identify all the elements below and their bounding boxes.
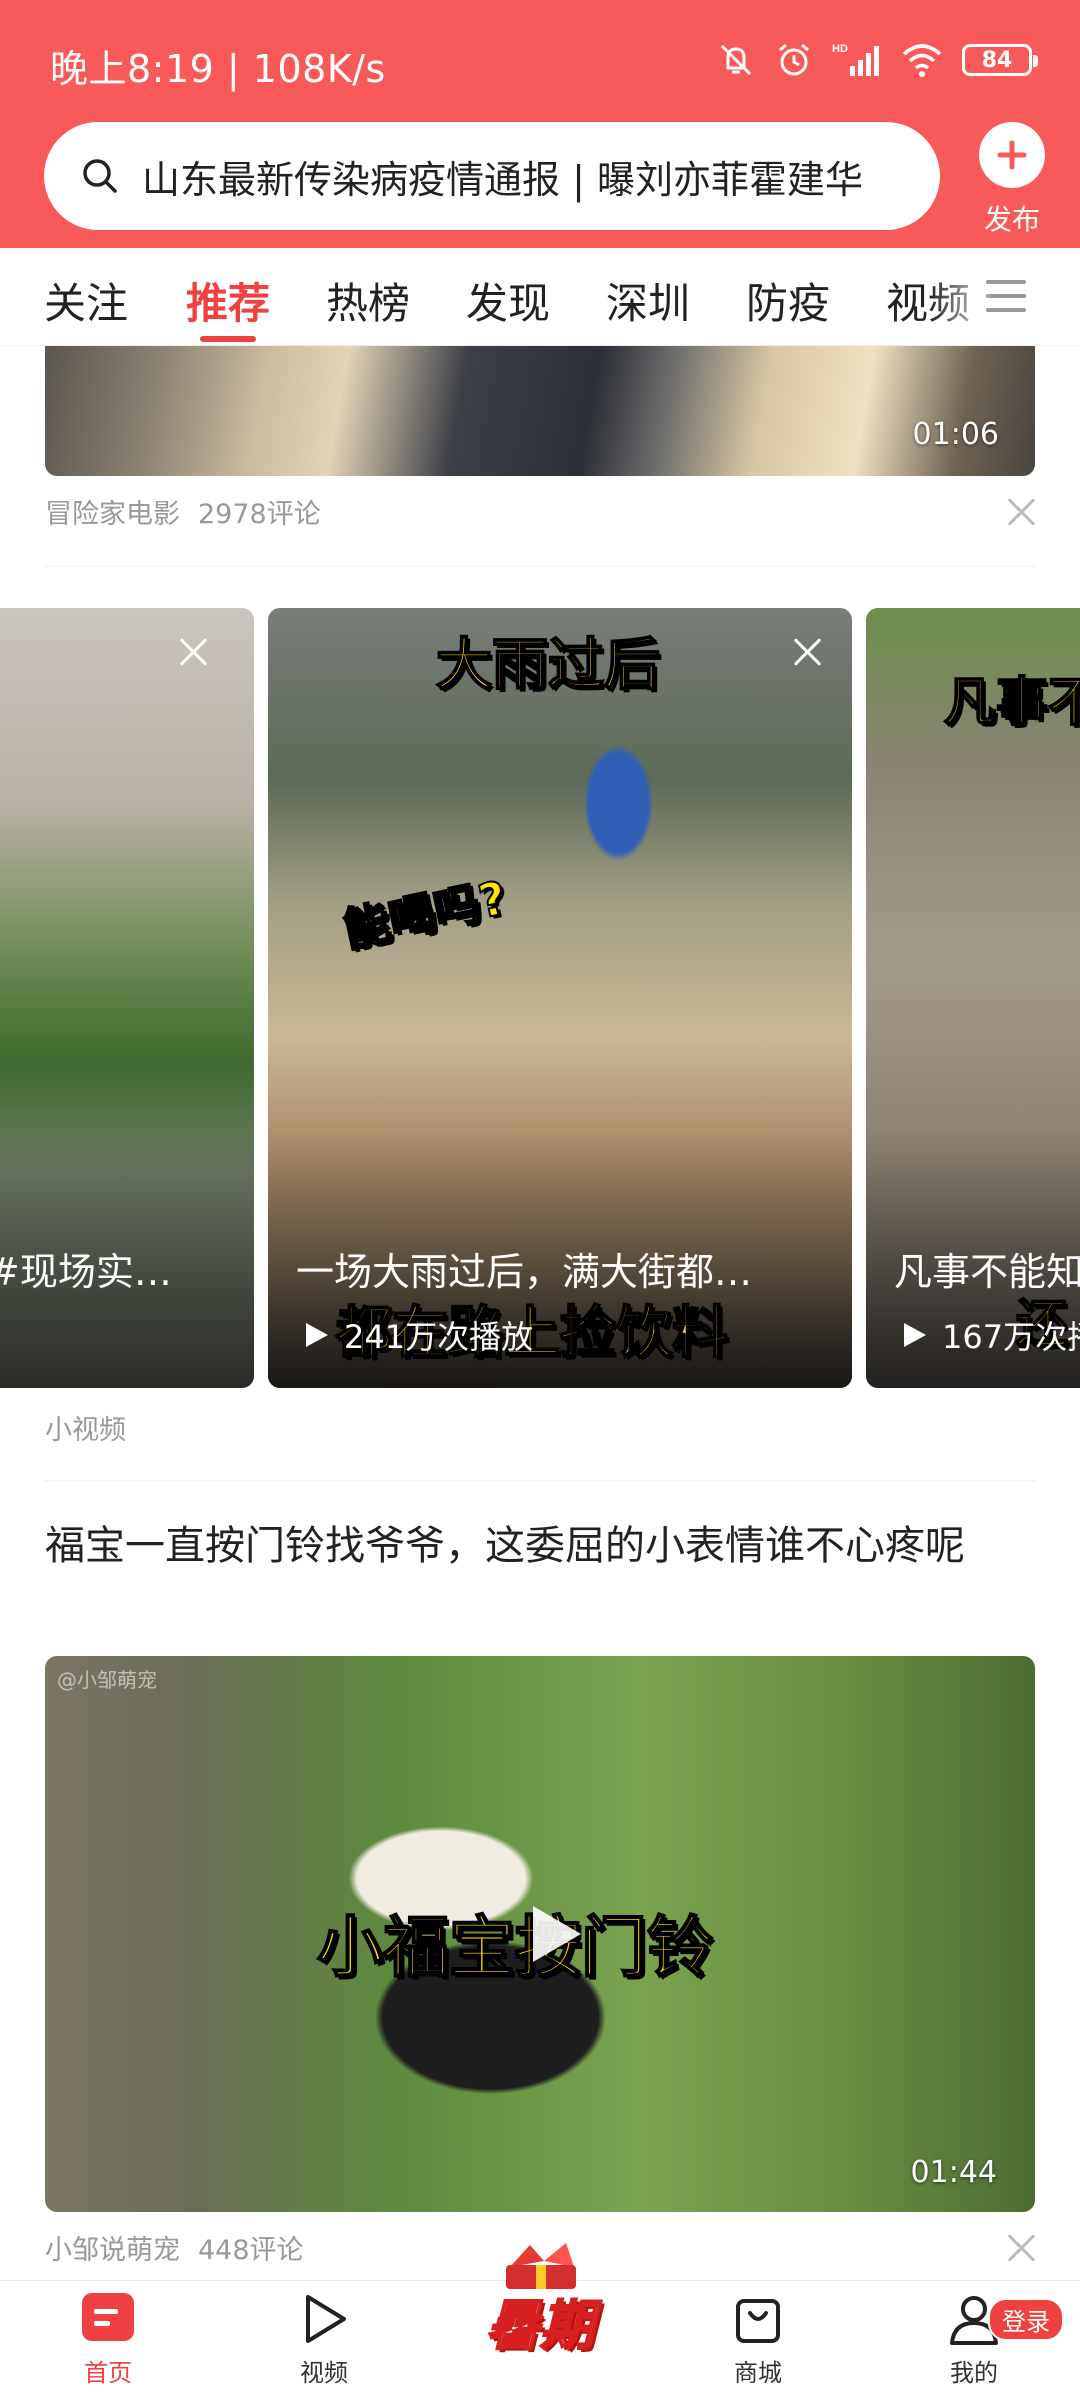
- tab-recommend[interactable]: 推荐: [186, 270, 270, 331]
- channel-menu-icon[interactable]: [986, 276, 1026, 316]
- dismiss-icon[interactable]: [1006, 2232, 1038, 2264]
- divider: [45, 1480, 1035, 1481]
- active-tab-indicator: [200, 336, 256, 342]
- nav-video-label: 视频: [300, 2359, 348, 2387]
- nav-video[interactable]: 视频: [264, 2291, 384, 2388]
- tab-epidemic[interactable]: 防疫: [746, 270, 830, 331]
- overlay-caption: 凡事不: [943, 672, 1080, 734]
- mute-bell-icon: [720, 44, 752, 76]
- video-comments: 2978评论: [198, 499, 321, 530]
- nav-mall[interactable]: 商城: [698, 2291, 818, 2388]
- status-time: 晚上8:19 | 108K/s: [50, 47, 386, 91]
- news-feed[interactable]: 01:06 冒险家电影 2978评论 #现场实… 大雨过后 能喝吗? 都在路上捡饮…: [0, 346, 1080, 2280]
- play-icon[interactable]: [515, 1896, 591, 1972]
- alarm-icon: [779, 43, 809, 76]
- play-icon: [904, 1323, 926, 1347]
- home-icon: [82, 2293, 134, 2341]
- tab-hot-list[interactable]: 热榜: [326, 270, 410, 331]
- search-bar[interactable]: 山东最新传染病疫情通报 | 曝刘亦菲霍建华: [44, 122, 940, 230]
- svg-text:HD: HD: [832, 43, 848, 55]
- top-header: 晚上8:19 | 108K/s HD 84 山东最新传染病疫情通报 | 曝刘亦菲…: [0, 0, 1080, 248]
- channel-tabs: 关注 推荐 热榜 发现 深圳 防疫 视频: [0, 248, 1080, 346]
- close-icon[interactable]: [178, 636, 210, 668]
- status-icons: HD 84: [716, 36, 1038, 84]
- bottom-navigation: 首页 视频 暑期 商城 我的: [0, 2243, 1080, 2400]
- article-comments: 448评论: [198, 2235, 304, 2266]
- short-video-title: #现场实…: [0, 1250, 172, 1294]
- article-meta: 小邹说萌宠 448评论: [45, 2228, 304, 2267]
- tab-follow[interactable]: 关注: [44, 270, 128, 331]
- play-count-text: 241万次播放: [344, 1318, 534, 1356]
- signal-icon: HD: [832, 43, 879, 76]
- nav-mine-label: 我的: [950, 2359, 998, 2387]
- plus-icon: [979, 122, 1045, 188]
- dismiss-icon[interactable]: [1006, 496, 1038, 528]
- search-icon: [83, 159, 117, 193]
- publish-button[interactable]: 发布: [970, 122, 1054, 238]
- nav-home[interactable]: 首页: [48, 2291, 168, 2388]
- play-icon: [306, 1323, 328, 1347]
- battery-indicator: 84: [962, 44, 1038, 76]
- shopping-bag-icon: [736, 2299, 780, 2343]
- article-title[interactable]: 福宝一直按门铃找爷爷，这委屈的小表情谁不心疼呢: [45, 1514, 1035, 1578]
- wifi-icon: [902, 44, 942, 77]
- tab-discover[interactable]: 发现: [466, 270, 550, 331]
- short-video-card[interactable]: 大雨过后 能喝吗? 都在路上捡饮料 一场大雨过后，满大街都… 241万次播放: [268, 608, 852, 1388]
- nav-home-label: 首页: [84, 2359, 132, 2387]
- play-count-text: 167万次播: [942, 1318, 1080, 1356]
- overlay-caption: 能喝吗?: [338, 869, 512, 958]
- article-source[interactable]: 小邹说萌宠: [45, 2235, 180, 2266]
- video-duration: 01:06: [912, 417, 999, 452]
- short-video-title: 一场大雨过后，满大街都…: [296, 1250, 753, 1294]
- overlay-caption: 大雨过后: [435, 632, 661, 699]
- publish-label: 发布: [983, 203, 1040, 236]
- video-duration: 01:44: [910, 2155, 997, 2190]
- close-icon[interactable]: [792, 636, 824, 668]
- play-count: 167万次播: [902, 1312, 1080, 1358]
- summer-label: 暑期: [485, 2293, 595, 2358]
- login-badge[interactable]: 登录: [988, 2298, 1064, 2341]
- nav-mall-label: 商城: [734, 2359, 782, 2387]
- short-video-card[interactable]: #现场实…: [0, 608, 254, 1388]
- video-source[interactable]: 冒险家电影: [45, 499, 180, 530]
- tab-shenzhen[interactable]: 深圳: [606, 270, 690, 331]
- nav-summer-promo[interactable]: 暑期: [470, 2237, 610, 2387]
- short-video-card[interactable]: 凡事不 还 凡事不能知 167万次播: [866, 608, 1080, 1388]
- divider: [45, 566, 1035, 567]
- article-video-thumbnail[interactable]: @小邹萌宠 小福宝按门铃 01:44: [45, 1656, 1035, 2212]
- play-count: 241万次播放: [304, 1312, 533, 1358]
- video-play-icon: [306, 2295, 346, 2343]
- video-meta: 冒险家电影 2978评论: [45, 492, 321, 531]
- search-placeholder: 山东最新传染病疫情通报 | 曝刘亦菲霍建华: [142, 157, 863, 202]
- video-thumbnail[interactable]: 01:06: [45, 346, 1035, 476]
- short-video-section-label: 小视频: [45, 1415, 126, 1446]
- video-watermark: @小邹萌宠: [57, 1668, 157, 1692]
- short-video-title: 凡事不能知: [894, 1250, 1080, 1294]
- status-bar: 晚上8:19 | 108K/s HD 84: [0, 0, 1080, 120]
